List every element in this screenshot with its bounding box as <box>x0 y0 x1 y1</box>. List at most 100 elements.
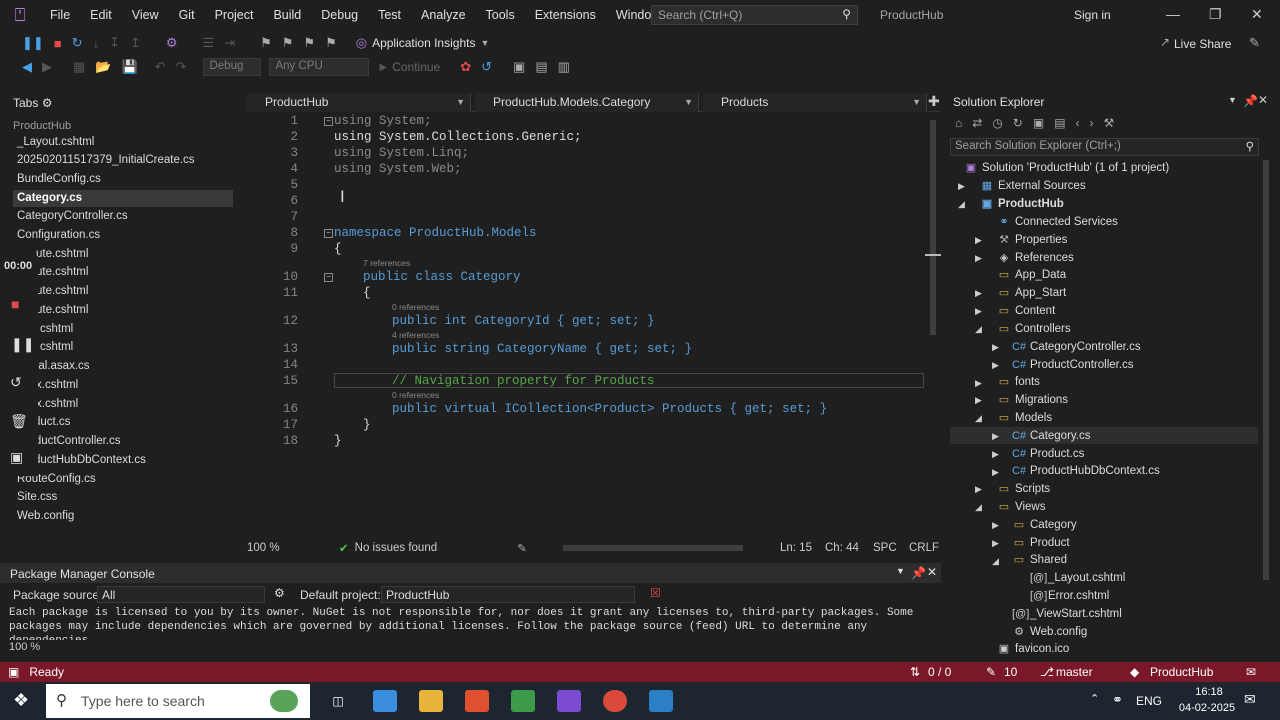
menu-tools[interactable]: Tools <box>476 0 525 30</box>
layout-icon[interactable]: ▥ <box>558 59 570 75</box>
expand-arrow-icon[interactable]: ▶ <box>992 360 999 371</box>
expand-arrow-icon[interactable]: ▶ <box>975 235 982 246</box>
tab-file[interactable]: duct.cs <box>34 414 254 431</box>
tab-file[interactable]: x.cshtml <box>36 377 256 394</box>
align-icon[interactable]: ☰ <box>203 35 215 51</box>
tree-node-shared[interactable]: ▭ Shared <box>1012 552 1067 569</box>
tab-file[interactable]: ductHubDbContext.cs <box>34 452 254 469</box>
collapse-arrow-icon[interactable]: ◢ <box>975 413 982 424</box>
chrome-icon[interactable] <box>603 690 627 712</box>
tree-node-favicon[interactable]: ▣ favicon.ico <box>997 641 1070 658</box>
application-insights-button[interactable]: Application Insights <box>372 36 475 50</box>
tree-node-fonts[interactable]: ▭ fonts <box>997 374 1040 391</box>
settings-gear-icon[interactable]: ⚙ <box>274 586 285 600</box>
continue-button[interactable]: Continue <box>392 60 440 74</box>
bookmark-icon[interactable]: ⚑ <box>260 35 272 51</box>
expand-arrow-icon[interactable]: ▶ <box>975 288 982 299</box>
show-all-icon[interactable]: ▤ <box>1054 116 1075 130</box>
codelens-references[interactable]: 0 references <box>392 390 439 400</box>
clock-time[interactable]: 16:18 <box>1184 686 1234 698</box>
line-ending-mode[interactable]: CRLF <box>909 542 939 554</box>
tree-node-product-controller[interactable]: C# ProductController.cs <box>1012 357 1134 374</box>
tab-file[interactable]: Configuration.cs <box>17 227 237 244</box>
tree-node-layout-cshtml[interactable]: [@]_Layout.cshtml <box>1030 570 1125 587</box>
package-source-select[interactable]: All <box>97 586 265 603</box>
restart-icon[interactable]: ↻ <box>72 35 83 51</box>
tree-node-external-sources[interactable]: ▦ External Sources <box>980 178 1086 195</box>
split-editor-icon[interactable]: ✚ <box>928 93 940 110</box>
record-stop-icon[interactable]: ■ <box>11 296 19 312</box>
tab-file[interactable]: RouteConfig.cs <box>17 471 237 488</box>
expand-arrow-icon[interactable]: ▶ <box>992 342 999 353</box>
issues-status[interactable]: No issues found <box>355 542 437 554</box>
stop-icon[interactable]: ■ <box>54 36 62 51</box>
expand-arrow-icon[interactable]: ▶ <box>975 395 982 406</box>
close-icon[interactable]: ✕ <box>1251 6 1263 23</box>
expand-arrow-icon[interactable]: ▶ <box>975 378 982 389</box>
collapse-arrow-icon[interactable]: ◢ <box>975 502 982 513</box>
tab-file-selected[interactable]: Category.cs <box>13 190 233 207</box>
menu-view[interactable]: View <box>122 0 169 30</box>
tree-node-project[interactable]: ▣ ProductHub <box>980 196 1064 213</box>
tab-file[interactable]: _Layout.cshtml <box>17 134 237 151</box>
code-editor[interactable]: 1 2 3 4 5 6 7 8 9 10 11 12 13 14 15 16 1… <box>262 112 924 537</box>
brush-icon[interactable]: ✎ <box>517 541 527 555</box>
expand-arrow-icon[interactable]: ▶ <box>975 484 982 495</box>
properties-wrench-icon[interactable]: ⚒ <box>1104 116 1125 130</box>
clock-date[interactable]: 04-02-2025 <box>1172 702 1242 714</box>
feedback-icon[interactable]: ✎ <box>1249 35 1260 51</box>
notification-center-icon[interactable]: ✉ <box>1244 691 1256 708</box>
tab-file[interactable]: ute.cshtml <box>36 246 256 263</box>
search-input[interactable]: Search (Ctrl+Q) ⚲ <box>651 5 858 25</box>
menu-build[interactable]: Build <box>263 0 311 30</box>
class-combo[interactable]: ProductHub.Models.Category ▼ <box>475 93 699 112</box>
clear-console-icon[interactable]: ☒ <box>650 586 661 600</box>
collapse-arrow-icon[interactable]: ◢ <box>992 556 999 567</box>
menu-test[interactable]: Test <box>368 0 411 30</box>
tab-file[interactable]: bal.asax.cs <box>32 358 252 375</box>
pmc-zoom[interactable]: 100 % <box>9 641 40 653</box>
chevron-down-icon[interactable]: ▼ <box>896 566 905 576</box>
menu-file[interactable]: File <box>40 0 80 30</box>
tree-node-app-data[interactable]: ▭ App_Data <box>997 267 1066 284</box>
record-restart-icon[interactable]: ↺ <box>10 374 22 391</box>
indent-icon[interactable]: ⇥ <box>224 35 235 51</box>
menu-edit[interactable]: Edit <box>80 0 122 30</box>
file-explorer-icon[interactable] <box>419 690 443 712</box>
fire-icon[interactable]: ✿ <box>460 59 471 75</box>
network-icon[interactable]: ⚭ <box>1112 692 1123 708</box>
tree-node-category-cs[interactable]: C# Category.cs <box>1012 428 1091 445</box>
open-folder-icon[interactable]: 📂 <box>95 59 111 75</box>
pause-icon[interactable]: ❚❚ <box>22 35 44 51</box>
tree-node-controllers[interactable]: ▭ Controllers <box>997 321 1071 338</box>
status-branch[interactable]: master <box>1056 665 1093 679</box>
menu-project[interactable]: Project <box>205 0 264 30</box>
bookmark-clear-icon[interactable]: ⚑ <box>325 35 337 51</box>
tree-node-models[interactable]: ▭ Models <box>997 410 1052 427</box>
horizontal-scrollbar[interactable] <box>563 545 743 551</box>
expand-arrow-icon[interactable]: ▶ <box>992 449 999 460</box>
expand-arrow-icon[interactable]: ▶ <box>992 520 999 531</box>
restore-icon[interactable]: ❐ <box>1209 6 1222 23</box>
scroll-thumb[interactable] <box>930 120 936 335</box>
tab-file[interactable]: ute.cshtml <box>36 283 256 300</box>
hot-reload-icon[interactable]: ⚙ <box>166 35 178 51</box>
sign-in-button[interactable]: Sign in <box>1074 8 1111 22</box>
tray-chevron-icon[interactable]: ⌃ <box>1090 692 1099 705</box>
tree-node-connected-services[interactable]: ⚭ Connected Services <box>997 214 1118 231</box>
status-errors[interactable]: 0 / 0 <box>928 665 951 679</box>
tree-node-solution[interactable]: ▣ Solution 'ProductHub' (1 of 1 project) <box>964 160 1169 177</box>
continue-play-icon[interactable]: ▶ <box>379 62 387 73</box>
tab-file[interactable]: cshtml <box>40 339 260 356</box>
code-view-icon[interactable]: ‹› <box>1076 116 1104 130</box>
tab-file[interactable]: x.cshtml <box>36 396 256 413</box>
expand-arrow-icon[interactable]: ▶ <box>958 181 965 192</box>
tree-node-views-product[interactable]: ▭ Product <box>1012 535 1070 552</box>
configuration-select[interactable]: Debug <box>203 58 262 76</box>
tab-file[interactable]: ute.cshtml <box>36 264 256 281</box>
status-repo[interactable]: ProductHub <box>1150 665 1213 679</box>
menu-extensions[interactable]: Extensions <box>525 0 606 30</box>
history-icon[interactable]: ◷ <box>992 116 1012 130</box>
close-icon[interactable]: ✕ <box>927 565 937 579</box>
tab-file[interactable]: Web.config <box>17 508 237 525</box>
